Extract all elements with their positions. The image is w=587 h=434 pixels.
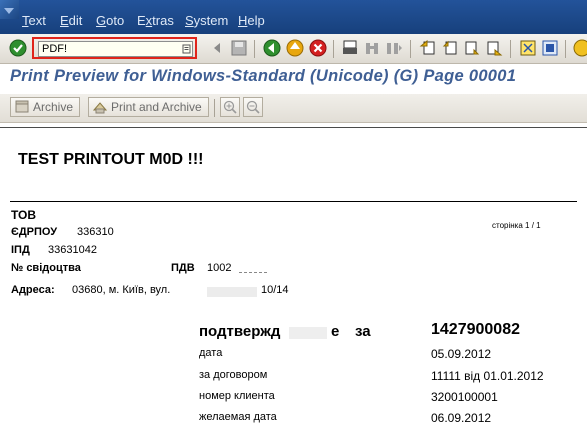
back-icon[interactable] [262, 38, 282, 58]
help-icon[interactable] [572, 38, 587, 58]
row-desired-date-label: желаемая дата [199, 411, 277, 423]
menu-help[interactable]: Help [238, 13, 265, 28]
edrpou-value: 336310 [77, 226, 114, 238]
find-icon[interactable] [362, 38, 382, 58]
first-page-icon[interactable] [418, 38, 438, 58]
archive-icon [15, 100, 29, 113]
page-title: Print Preview for Windows-Standard (Unic… [10, 67, 517, 85]
menu-edit[interactable]: Edit [60, 13, 82, 28]
row-date-value: 05.09.2012 [431, 347, 492, 361]
menu-system[interactable]: System [185, 13, 228, 28]
zoom-in-button[interactable] [220, 97, 240, 117]
confirmation-title-part2: е [331, 323, 340, 340]
menu-bar: Text Edit Goto Extras System Help [0, 0, 587, 34]
system-menu-icon[interactable] [0, 0, 19, 19]
row-client-value: 3200100001 [431, 390, 498, 404]
zoom-out-button[interactable] [243, 97, 263, 117]
enter-icon[interactable] [8, 38, 28, 58]
row-desired-date-value: 06.09.2012 [431, 411, 492, 425]
zoom-out-icon [246, 100, 260, 114]
company-name: ТОВ [11, 208, 37, 222]
document-number: 1427900082 [431, 321, 520, 338]
command-field[interactable] [38, 41, 193, 57]
pdv-label: ПДВ [171, 262, 195, 274]
archive-button-label: Archive [33, 100, 74, 114]
print-and-archive-label: Print and Archive [111, 100, 202, 114]
print-preview-document: TEST PRINTOUT M0D !!! ТОВ ЄДРПОУ 336310 … [0, 127, 587, 434]
previous-page-icon[interactable] [440, 38, 460, 58]
exit-icon[interactable] [285, 38, 305, 58]
row-contract-value: 11111 від 01.01.2012 [431, 369, 544, 383]
menu-extras[interactable]: Extras [137, 13, 174, 28]
pdv-value: 1002 [207, 262, 232, 274]
edrpou-label: ЄДРПОУ [11, 226, 58, 238]
address-value: 03680, м. Київ, вул. [72, 284, 171, 296]
print-icon[interactable] [340, 38, 360, 58]
command-history-icon[interactable] [182, 44, 191, 54]
back-arrow-icon[interactable] [207, 38, 227, 58]
page-indicator: сторінка 1 / 1 [492, 221, 541, 230]
cancel-icon[interactable] [308, 38, 328, 58]
menu-text[interactable]: Text [22, 13, 46, 28]
address-label: Адреса: [11, 284, 55, 296]
command-field-highlight [32, 37, 197, 59]
confirmation-title-part3: за [355, 323, 371, 340]
row-contract-label: за договором [199, 369, 268, 381]
confirmation-title-redacted [289, 327, 327, 339]
ipn-label: ІПД [11, 244, 30, 256]
address-redacted [207, 287, 257, 297]
standard-toolbar [0, 34, 587, 64]
find-next-icon[interactable] [384, 38, 404, 58]
save-icon[interactable] [229, 38, 249, 58]
address-value-end: 10/14 [261, 284, 289, 296]
ipn-value: 33631042 [48, 244, 97, 256]
archive-button[interactable]: Archive [10, 97, 81, 117]
print-and-archive-icon [93, 102, 107, 114]
shortcut-icon[interactable] [540, 38, 560, 58]
menu-goto[interactable]: Goto [96, 13, 124, 28]
zoom-in-icon [223, 100, 237, 114]
row-client-label: номер клиента [199, 390, 275, 402]
application-toolbar: Archive Print and Archive [0, 94, 587, 123]
row-date-label: дата [199, 347, 223, 359]
print-and-archive-button[interactable]: Print and Archive [88, 97, 209, 117]
document-heading: TEST PRINTOUT M0D !!! [18, 151, 204, 168]
document-divider [10, 201, 577, 202]
last-page-icon[interactable] [484, 38, 504, 58]
new-session-icon[interactable] [518, 38, 538, 58]
certificate-label: № свідоцтва [11, 262, 81, 274]
confirmation-title: подтвержд [199, 323, 281, 340]
next-page-icon[interactable] [462, 38, 482, 58]
